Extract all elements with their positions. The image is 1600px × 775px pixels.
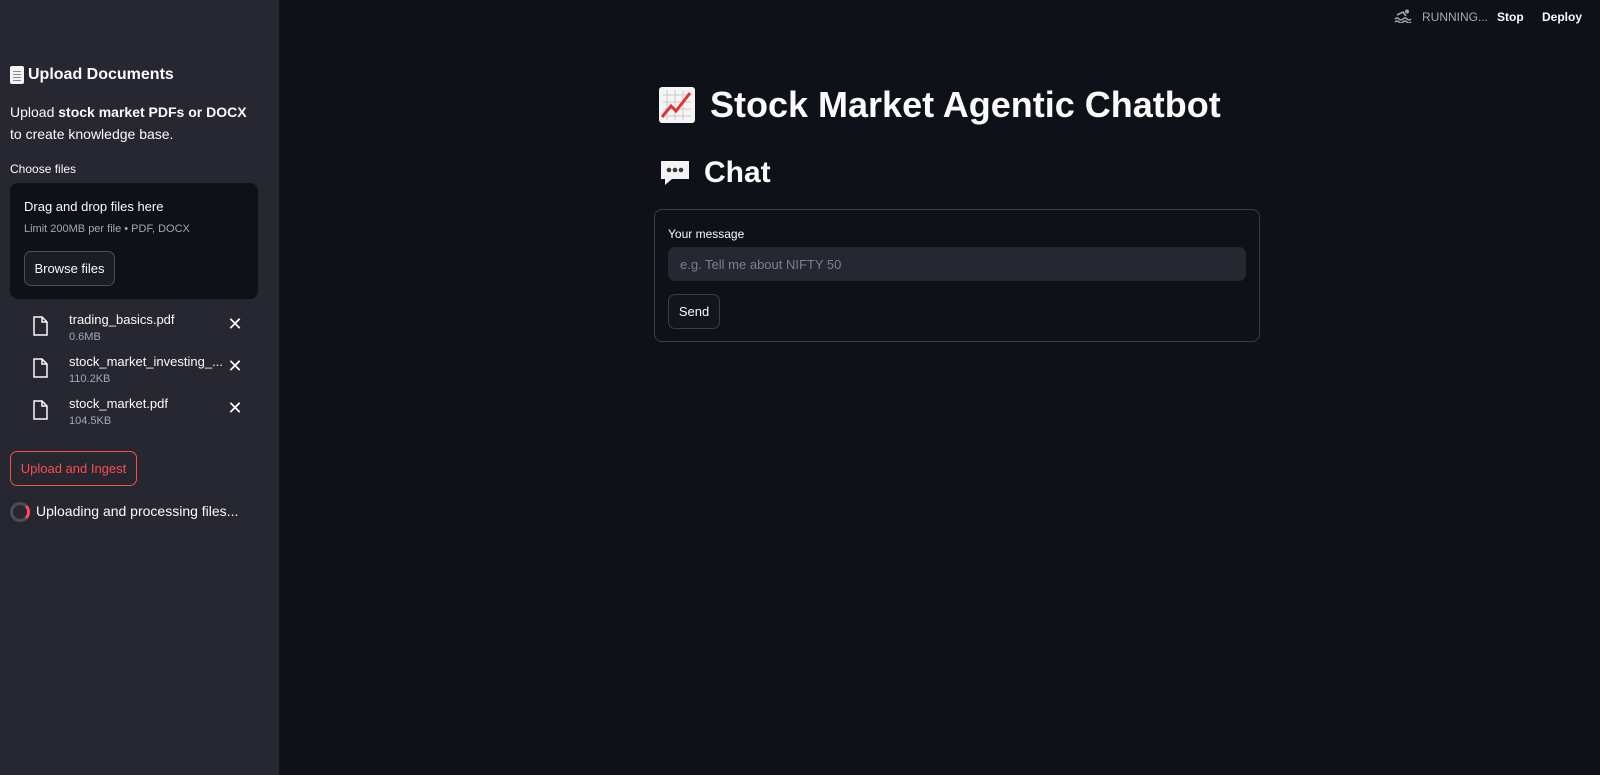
dropzone-title: Drag and drop files here	[24, 199, 164, 214]
message-label: Your message	[668, 227, 745, 241]
deploy-button[interactable]: Deploy	[1542, 10, 1582, 24]
browse-files-button[interactable]: Browse files	[24, 251, 115, 286]
close-icon[interactable]: ✕	[227, 315, 243, 333]
upload-and-ingest-button[interactable]: Upload and Ingest	[10, 451, 137, 486]
sidebar-title: Upload Documents	[10, 66, 174, 84]
send-button[interactable]: Send	[668, 294, 720, 329]
page-title: Stock Market Agentic Chatbot	[658, 84, 1221, 126]
file-icon	[33, 400, 48, 420]
file-size: 0.6MB	[69, 331, 101, 343]
file-name: stock_market_investing_...	[69, 354, 223, 369]
chat-form: Your message Send	[654, 209, 1260, 342]
desc-bold: stock market PDFs or DOCX	[58, 104, 247, 120]
dropzone-limit: Limit 200MB per file • PDF, DOCX	[24, 223, 190, 235]
file-size: 104.5KB	[69, 415, 112, 427]
file-icon	[33, 316, 48, 336]
document-icon	[10, 66, 24, 84]
file-list-item: stock_market.pdf 104.5KB ✕	[30, 396, 250, 432]
chat-heading-text: Chat	[704, 156, 771, 189]
file-name: trading_basics.pdf	[69, 312, 175, 327]
swimmer-icon	[1394, 9, 1412, 23]
message-input[interactable]	[668, 247, 1246, 281]
desc-prefix: Upload	[10, 104, 59, 120]
close-icon[interactable]: ✕	[227, 399, 243, 417]
sidebar: Upload Documents Upload stock market PDF…	[0, 0, 279, 775]
file-list-item: trading_basics.pdf 0.6MB ✕	[30, 312, 250, 348]
chart-increasing-icon	[659, 87, 695, 123]
running-status: RUNNING...	[1422, 10, 1488, 24]
page-title-text: Stock Market Agentic Chatbot	[710, 84, 1221, 125]
file-icon	[33, 358, 48, 378]
file-dropzone[interactable]: Drag and drop files here Limit 200MB per…	[10, 183, 258, 299]
status-text: Uploading and processing files...	[36, 503, 239, 519]
file-size: 110.2KB	[69, 373, 111, 385]
file-list-item: stock_market_investing_... 110.2KB ✕	[30, 354, 250, 390]
speech-bubble-icon	[661, 161, 689, 185]
close-icon[interactable]: ✕	[227, 357, 243, 375]
file-name: stock_market.pdf	[69, 396, 168, 411]
sidebar-description: Upload stock market PDFs or DOCX to crea…	[10, 101, 260, 145]
chat-heading: Chat	[658, 156, 771, 190]
stop-button[interactable]: Stop	[1497, 10, 1524, 24]
sidebar-title-text: Upload Documents	[28, 66, 174, 83]
loading-spinner	[10, 502, 30, 522]
desc-suffix: to create knowledge base.	[10, 126, 174, 142]
choose-files-label: Choose files	[10, 162, 77, 176]
